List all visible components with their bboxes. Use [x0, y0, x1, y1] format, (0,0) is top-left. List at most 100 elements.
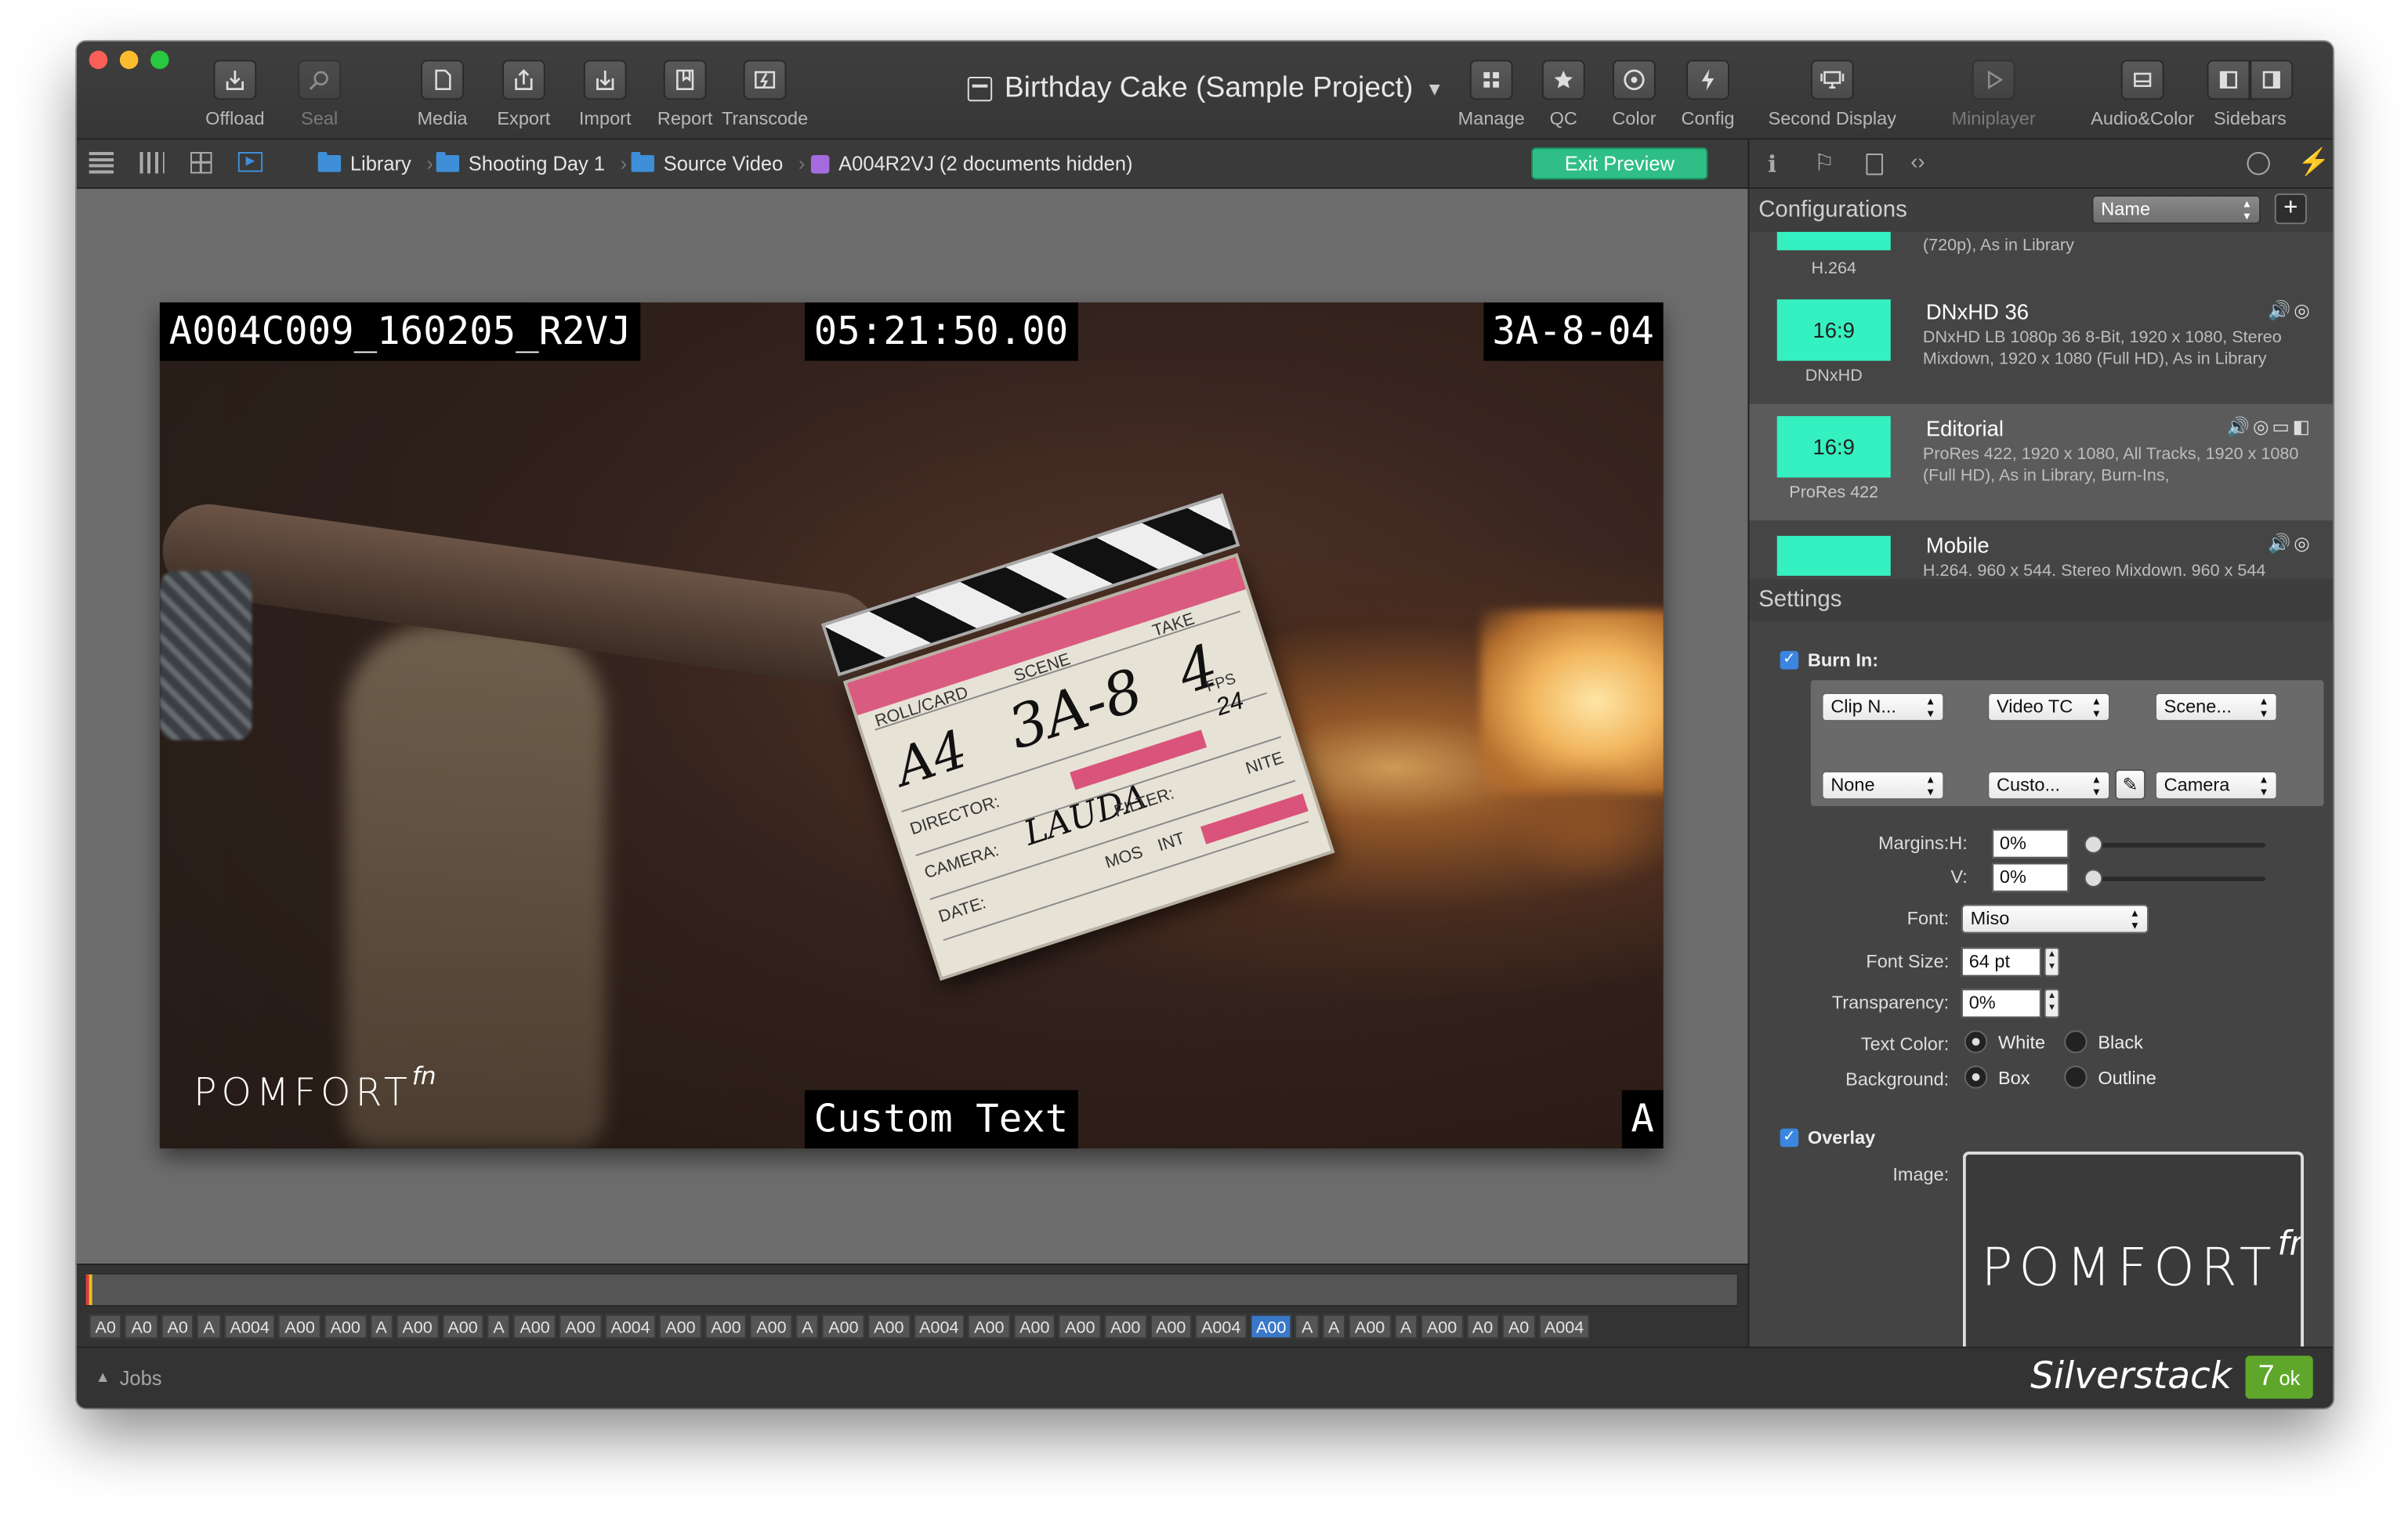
code-icon[interactable]: ‹› — [1910, 149, 1925, 173]
breadcrumb-bin[interactable]: A004R2VJ (2 documents hidden) — [810, 152, 1133, 175]
timeline-clip[interactable]: A — [1394, 1314, 1418, 1340]
list-view-icon[interactable] — [89, 152, 114, 174]
timeline-clip[interactable]: A004 — [223, 1314, 276, 1340]
timeline-clip[interactable]: A00 — [1421, 1314, 1464, 1340]
video-frame[interactable]: ROLL/CARD SCENE TAKE A4 3A-8 4 DIRECTOR:… — [159, 302, 1664, 1149]
audio-color-button[interactable]: Audio&Color — [2086, 60, 2200, 129]
timeline-clip[interactable]: A00 — [704, 1314, 748, 1340]
miniplayer-button[interactable]: Miniplayer — [1947, 60, 2040, 129]
timeline-clip[interactable]: A004 — [1538, 1314, 1591, 1340]
exit-preview-button[interactable]: Exit Preview — [1531, 147, 1708, 180]
timeline-clip[interactable]: A00 — [867, 1314, 911, 1340]
timeline-clip[interactable]: A00 — [324, 1314, 367, 1340]
transparency-stepper[interactable]: ▴ ▾ — [2044, 989, 2060, 1018]
breadcrumb-shooting-day[interactable]: Shooting Day 1 › — [436, 152, 627, 175]
burnin-top-center-select[interactable]: Video TC — [1987, 692, 2111, 722]
jobs-toggle[interactable]: ▲ Jobs — [96, 1366, 162, 1389]
config-button[interactable]: Config — [1677, 60, 1738, 129]
timeline-clip[interactable]: A — [369, 1314, 393, 1340]
overlay-checkbox[interactable]: ✓ — [1780, 1128, 1799, 1148]
timeline-clip[interactable]: A00 — [559, 1314, 602, 1340]
timeline-clip[interactable]: A — [795, 1314, 820, 1340]
job-status-badge[interactable]: 7 ok — [2245, 1355, 2313, 1399]
font-select[interactable]: Miso — [1961, 904, 2149, 934]
transcode-button[interactable]: Transcode — [719, 60, 811, 129]
timeline-track[interactable] — [84, 1272, 1739, 1307]
add-configuration-button[interactable]: + — [2274, 193, 2307, 225]
burnin-top-right-select[interactable]: Scene... — [2154, 692, 2278, 722]
second-display-button[interactable]: Second Display — [1763, 60, 1901, 129]
edit-custom-text-pencil-icon[interactable]: ✎ — [2114, 768, 2146, 801]
seal-button[interactable]: Seal — [291, 60, 347, 129]
timeline-clip[interactable]: A00 — [1104, 1314, 1147, 1340]
margin-h-slider[interactable] — [2093, 843, 2265, 848]
sidebars-button[interactable]: Sidebars — [2206, 60, 2295, 129]
margin-v-field[interactable]: 0% — [1992, 862, 2069, 892]
color-button[interactable]: Color — [1606, 60, 1662, 129]
text-color-black-radio[interactable] — [2064, 1030, 2088, 1054]
timeline-clip[interactable]: A0 — [125, 1314, 158, 1340]
right-sidebar-icon[interactable] — [2250, 60, 2294, 100]
breadcrumb-source-video[interactable]: Source Video › — [631, 152, 805, 175]
timeline-clip[interactable]: A00 — [659, 1314, 702, 1340]
config-item[interactable]: Mobile H.264, 960 x 544, Stereo Mixdown,… — [1749, 520, 2333, 576]
timeline-clip[interactable]: A00 — [1150, 1314, 1193, 1340]
timeline-clip[interactable]: A00 — [1349, 1314, 1392, 1340]
timeline-clip[interactable]: A0 — [89, 1314, 122, 1340]
timeline-clip[interactable]: A00 — [441, 1314, 484, 1340]
config-item-selected[interactable]: 16:9 ProRes 422 Editorial ProRes 422, 19… — [1749, 403, 2334, 521]
margin-v-slider[interactable] — [2093, 877, 2265, 882]
timeline-clip[interactable]: A00 — [750, 1314, 793, 1340]
timeline-clip[interactable]: A0 — [1466, 1314, 1500, 1340]
margin-v-slider-knob[interactable] — [2084, 869, 2103, 888]
zoom-window-button[interactable] — [150, 50, 169, 70]
timeline-clip[interactable]: A — [1322, 1314, 1346, 1340]
font-size-stepper[interactable]: ▴ ▾ — [2044, 947, 2060, 977]
config-item[interactable]: H.264 (720p), As in Library — [1749, 231, 2333, 287]
burnin-bottom-left-select[interactable]: None — [1821, 770, 1945, 801]
timeline-clip[interactable]: A0 — [161, 1314, 194, 1340]
lightning-icon[interactable]: ⚡ — [2298, 147, 2330, 178]
transparency-field[interactable]: 0% — [1961, 989, 2041, 1018]
timeline-clip[interactable]: A004 — [604, 1314, 657, 1340]
breadcrumb-library[interactable]: Library › — [317, 152, 433, 175]
timeline-clip[interactable]: A00 — [1250, 1314, 1293, 1340]
timeline-clip[interactable]: A004 — [1195, 1314, 1247, 1340]
timeline-clip[interactable]: A00 — [1059, 1314, 1102, 1340]
export-button[interactable]: Export — [491, 60, 556, 129]
timeline-clip[interactable]: A00 — [1013, 1314, 1056, 1340]
margin-h-field[interactable]: 0% — [1992, 829, 2069, 859]
timeline-clip[interactable]: A0 — [1502, 1314, 1536, 1340]
timeline-clip[interactable]: A — [197, 1314, 221, 1340]
background-box-radio[interactable] — [1964, 1065, 1988, 1089]
background-outline-radio[interactable] — [2064, 1065, 2088, 1089]
timeline-clip[interactable]: A00 — [513, 1314, 556, 1340]
document-icon[interactable] — [1866, 154, 1883, 175]
text-color-white-radio[interactable] — [1964, 1030, 1988, 1054]
sort-select[interactable]: Name — [2091, 194, 2261, 225]
manage-button[interactable]: Manage — [1456, 60, 1526, 129]
column-view-icon[interactable] — [139, 152, 165, 174]
timeline-clip[interactable]: A — [1295, 1314, 1320, 1340]
margin-h-slider-knob[interactable] — [2084, 835, 2103, 854]
flag-icon[interactable]: ⚐ — [1814, 149, 1834, 176]
burnin-top-left-select[interactable]: Clip N... — [1821, 692, 1945, 722]
info-icon[interactable]: ℹ — [1768, 150, 1776, 178]
qc-button[interactable]: QC — [1541, 60, 1585, 129]
overlay-image-well[interactable]: POMFORTfn — [1962, 1152, 2304, 1347]
close-window-button[interactable] — [89, 50, 108, 70]
timeline-clip[interactable]: A00 — [396, 1314, 439, 1340]
project-title-menu[interactable]: Birthday Cake (Sample Project) ▼ — [967, 72, 1443, 106]
report-button[interactable]: Report — [654, 60, 715, 129]
config-item[interactable]: 16:9 DNxHD DNxHD 36 DNxHD LB 1080p 36 8-… — [1749, 287, 2333, 401]
burnin-bottom-right-select[interactable]: Camera — [2154, 770, 2278, 801]
burnin-bottom-center-select[interactable]: Custo... — [1987, 770, 2111, 801]
left-sidebar-icon[interactable] — [2207, 60, 2250, 100]
offload-button[interactable]: Offload — [200, 60, 270, 129]
color-wheel-icon[interactable] — [2247, 152, 2270, 175]
font-size-field[interactable]: 64 pt — [1961, 947, 2041, 977]
preview-view-icon[interactable] — [237, 152, 263, 172]
media-button[interactable]: Media — [411, 60, 473, 129]
minimize-window-button[interactable] — [119, 50, 139, 70]
timeline-clip[interactable]: A — [487, 1314, 511, 1340]
